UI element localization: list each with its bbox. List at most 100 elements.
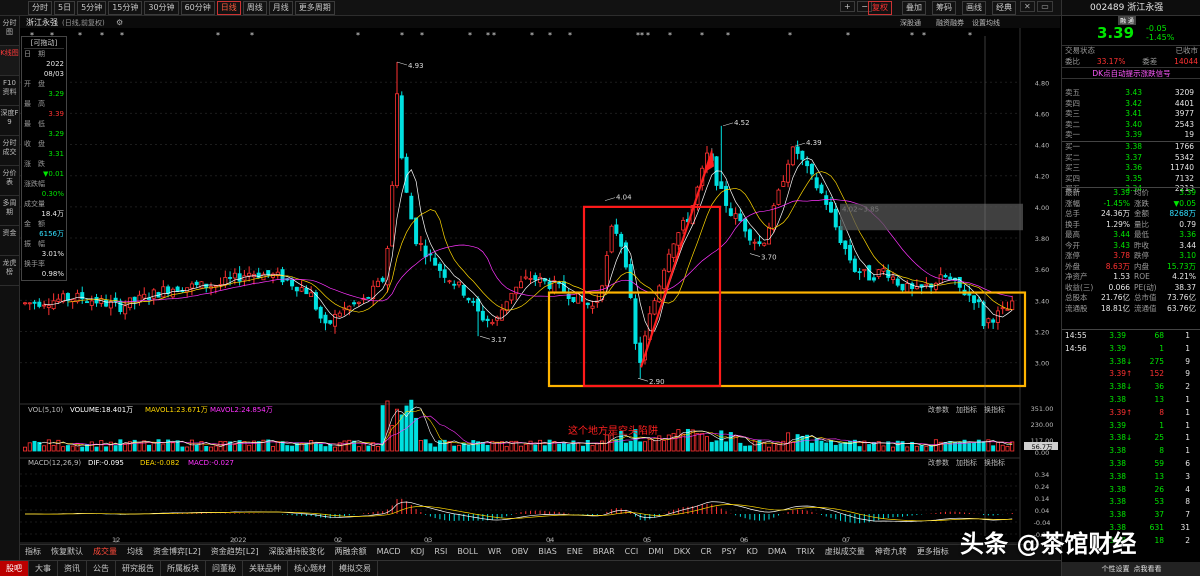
indicator-tab[interactable]: PSY	[717, 545, 742, 560]
period-button[interactable]: 15分钟	[108, 1, 143, 15]
period-button[interactable]: 60分钟	[180, 1, 215, 15]
event-star-icon[interactable]: *	[120, 31, 124, 40]
order-book-row[interactable]: 卖一 3.39 19	[1062, 130, 1200, 141]
period-button[interactable]: 5日	[54, 1, 76, 15]
indicator-tab[interactable]: TRIX	[791, 545, 819, 560]
order-book-row[interactable]: 买四 3.35 7132	[1062, 174, 1200, 185]
event-star-icon[interactable]: *	[726, 31, 730, 40]
indicator-tab[interactable]: 成交量	[88, 545, 122, 560]
info-box-title[interactable]: [可拖动]	[24, 38, 64, 49]
event-star-icon[interactable]: *	[568, 31, 572, 40]
order-book-row[interactable]: 买一 3.38 1766	[1062, 142, 1200, 153]
event-star-icon[interactable]: *	[468, 31, 472, 40]
indicator-tab[interactable]: 均线	[122, 545, 148, 560]
order-book-row[interactable]: 卖三 3.41 3977	[1062, 109, 1200, 120]
indicator-tab[interactable]: 资金博弈[L2]	[148, 545, 206, 560]
event-star-icon[interactable]: *	[846, 31, 850, 40]
indicator-tab[interactable]: DMA	[763, 545, 792, 560]
event-star-icon[interactable]: *	[910, 31, 914, 40]
indicator-tab[interactable]: DKX	[669, 545, 696, 560]
indicator-tab[interactable]: 两融余额	[330, 545, 372, 560]
chart-header-link[interactable]: 深股通	[900, 18, 921, 27]
left-nav-item[interactable]: 分时图	[0, 16, 19, 46]
indicator-tab[interactable]: MACD	[372, 545, 406, 560]
macd-header-action[interactable]: 换指标	[984, 458, 1005, 467]
bottom-tab[interactable]: 股吧	[0, 561, 29, 576]
period-button[interactable]: 5分钟	[77, 1, 107, 15]
bottom-tab[interactable]: 问董秘	[206, 561, 243, 576]
bottom-tab[interactable]: 大事	[29, 561, 58, 576]
left-nav-item[interactable]: 分价表	[0, 166, 19, 196]
event-star-icon[interactable]: *	[492, 31, 496, 40]
indicator-tab[interactable]: 指标	[20, 545, 46, 560]
data-info-box[interactable]: [可拖动] 日 期 2022 08/03 开 盘 3.29 最 高 3.39 最 低 3.29…	[21, 36, 67, 281]
classic-button[interactable]: 经典	[992, 1, 1016, 15]
left-nav-item[interactable]: 深度F9	[0, 106, 19, 136]
bottom-tab[interactable]: 模拟交易	[333, 561, 378, 576]
fuquan-button[interactable]: 复权	[868, 1, 892, 15]
bottom-tab[interactable]: 公告	[87, 561, 116, 576]
chips-button[interactable]: 筹码	[932, 1, 956, 15]
event-star-icon[interactable]: *	[216, 31, 220, 40]
order-book-row[interactable]: 卖四 3.42 4401	[1062, 99, 1200, 110]
event-star-icon[interactable]: *	[486, 31, 490, 40]
event-star-icon[interactable]: *	[530, 31, 534, 40]
indicator-tab[interactable]: 资金趋势[L2]	[206, 545, 264, 560]
event-star-icon[interactable]: *	[78, 31, 82, 40]
plus-icon[interactable]: +	[840, 1, 855, 12]
macd-header-action[interactable]: 加指标	[956, 458, 977, 467]
period-button[interactable]: 日线	[216, 1, 241, 15]
indicator-tab[interactable]: DMI	[643, 545, 668, 560]
kline-chart-svg[interactable]: 浙江永强 (日线,前复权) ⚙ 深股通 融资融券 设置均线 4.80 4.60 4.40 4.20…	[20, 16, 1060, 544]
indicator-tab[interactable]: CR	[696, 545, 717, 560]
indicator-tab[interactable]: WR	[483, 545, 506, 560]
overlay-button[interactable]: 叠加	[902, 1, 926, 15]
indicator-tab[interactable]: BIAS	[533, 545, 561, 560]
indicator-tab[interactable]: 深股通持股变化	[264, 545, 330, 560]
close-icon[interactable]: ✕	[1020, 1, 1035, 12]
event-star-icon[interactable]: *	[100, 31, 104, 40]
event-star-icon[interactable]: *	[968, 31, 972, 40]
window-restore-icon[interactable]: ▭	[1037, 1, 1053, 12]
dk-signal-link[interactable]: DK点自动提示涨跌信号	[1062, 67, 1200, 79]
order-book-row[interactable]: 买三 3.36 11740	[1062, 163, 1200, 174]
indicator-tab[interactable]: KDJ	[406, 545, 430, 560]
indicator-tab[interactable]: 更多指标	[912, 545, 954, 560]
bottom-tab[interactable]: 资讯	[58, 561, 87, 576]
left-nav-item[interactable]: 多周期	[0, 196, 19, 226]
chart-header-link[interactable]: 设置均线	[972, 18, 1000, 27]
left-nav-item[interactable]: F10资料	[0, 76, 19, 106]
period-button[interactable]: 周线	[242, 1, 267, 15]
vol-header-action[interactable]: 换指标	[984, 405, 1005, 414]
period-button[interactable]: 更多周期	[294, 1, 335, 15]
event-star-icon[interactable]: *	[668, 31, 672, 40]
bottom-tab[interactable]: 研究报告	[116, 561, 161, 576]
bottom-tab[interactable]: 所属板块	[161, 561, 206, 576]
indicator-tab[interactable]: 虚拟成交量	[820, 545, 870, 560]
vol-header-action[interactable]: 改参数	[928, 405, 949, 414]
personal-settings-link[interactable]: 个性设置	[1102, 562, 1130, 576]
left-nav-item[interactable]: K线图	[0, 46, 19, 76]
period-button[interactable]: 30分钟	[144, 1, 179, 15]
event-star-icon[interactable]: *	[420, 31, 424, 40]
event-star-icon[interactable]: *	[400, 31, 404, 40]
vol-header-action[interactable]: 加指标	[956, 405, 977, 414]
indicator-tab[interactable]: BOLL	[452, 545, 483, 560]
draw-button[interactable]: 画线	[962, 1, 986, 15]
left-nav-item[interactable]: 资金	[0, 226, 19, 256]
indicator-tab[interactable]: KD	[741, 545, 762, 560]
event-star-icon[interactable]: *	[548, 31, 552, 40]
event-star-icon[interactable]: *	[250, 31, 254, 40]
bottom-tab[interactable]: 关联品种	[243, 561, 288, 576]
event-star-icon[interactable]: *	[788, 31, 792, 40]
period-button[interactable]: 月线	[268, 1, 293, 15]
indicator-tab[interactable]: 神奇九转	[870, 545, 912, 560]
bottom-tab[interactable]: 核心题材	[288, 561, 333, 576]
chart-header-link[interactable]: 融资融券	[936, 18, 964, 27]
left-nav-item[interactable]: 分时成交	[0, 136, 19, 166]
event-star-icon[interactable]: *	[640, 31, 644, 40]
gear-icon[interactable]: ⚙	[116, 18, 123, 27]
event-star-icon[interactable]: *	[356, 31, 360, 40]
indicator-tab[interactable]: BRAR	[588, 545, 620, 560]
macd-header-action[interactable]: 改参数	[928, 458, 949, 467]
